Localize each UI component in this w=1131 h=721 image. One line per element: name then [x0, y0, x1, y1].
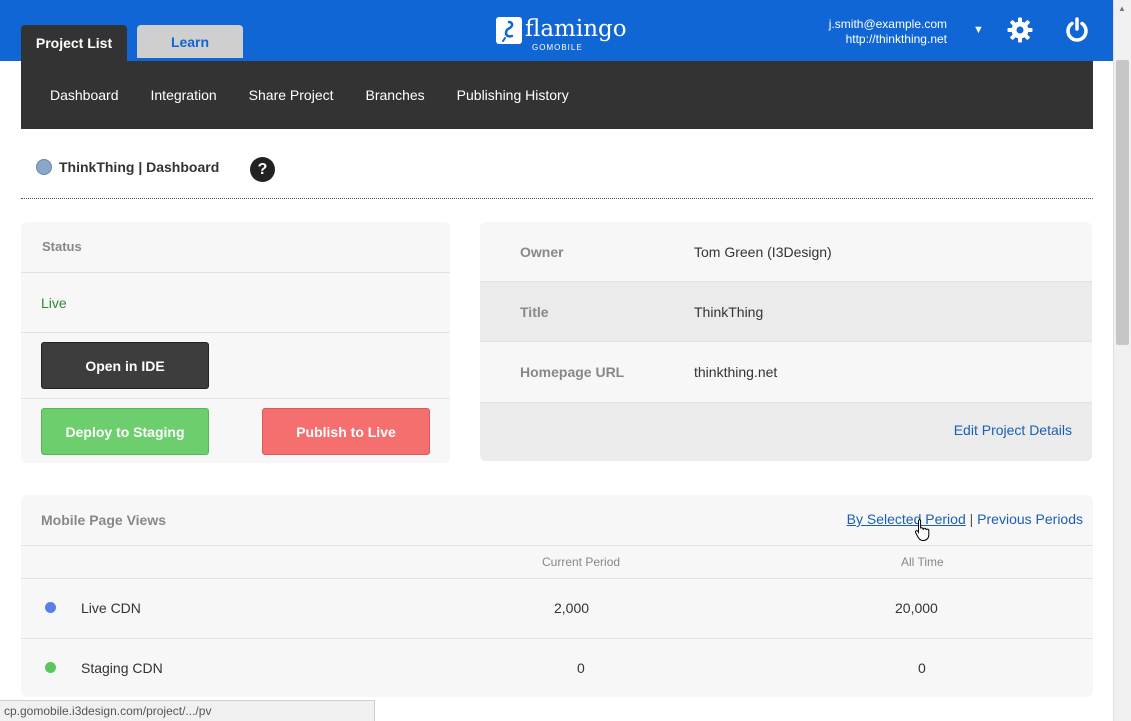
- info-key: Homepage URL: [520, 364, 625, 380]
- status-panel: Status Live Open in IDE Deploy to Stagin…: [21, 222, 450, 463]
- hand-cursor-icon: [914, 518, 932, 547]
- caret-down-icon[interactable]: ▼: [973, 24, 984, 36]
- edit-project-details-link[interactable]: Edit Project Details: [954, 422, 1072, 438]
- flamingo-logo[interactable]: flamingo GOMOBILE: [496, 17, 627, 53]
- period-links: By Selected Period | Previous Periods: [847, 511, 1083, 527]
- status-value: Live: [41, 295, 67, 311]
- globe-icon: [36, 159, 52, 175]
- deploy-to-staging-button[interactable]: Deploy to Staging: [41, 408, 209, 455]
- link-separator: |: [969, 511, 974, 527]
- divider: [21, 398, 450, 399]
- power-icon[interactable]: [1063, 16, 1091, 44]
- open-in-ide-button[interactable]: Open in IDE: [41, 342, 209, 389]
- info-key: Title: [520, 304, 549, 320]
- user-email: j.smith@example.com: [828, 17, 947, 31]
- breadcrumb: ThinkThing | Dashboard: [36, 159, 219, 175]
- user-site: http://thinkthing.net: [845, 32, 947, 46]
- divider: [21, 198, 1093, 199]
- page-views-title: Mobile Page Views: [41, 512, 167, 528]
- series-color-dot: [45, 602, 56, 613]
- divider: [21, 272, 450, 273]
- row-label: Staging CDN: [81, 660, 163, 676]
- project-info-panel: Owner Tom Green (I3Design) Title ThinkTh…: [480, 222, 1092, 461]
- project-subnav: Dashboard Integration Share Project Bran…: [21, 61, 1093, 129]
- info-row-owner: Owner Tom Green (I3Design): [480, 222, 1092, 282]
- all-time-value: 0: [918, 660, 926, 676]
- table-row: Live CDN 2,000 20,000: [21, 579, 1093, 638]
- column-header-all-time: All Time: [901, 555, 944, 569]
- info-value: ThinkThing: [694, 304, 764, 320]
- flamingo-bird-icon: [496, 17, 522, 44]
- by-selected-period-link[interactable]: By Selected Period: [847, 511, 966, 527]
- current-period-value: 0: [577, 660, 585, 676]
- top-header: Project List Learn flamingo GOMOBILE j.s…: [0, 0, 1113, 61]
- scroll-up-arrow-icon[interactable]: ▲: [1118, 4, 1126, 13]
- info-value: thinkthing.net: [694, 364, 778, 380]
- subnav-branches[interactable]: Branches: [366, 87, 425, 103]
- logo-subtitle: GOMOBILE: [532, 43, 583, 52]
- series-color-dot: [45, 662, 56, 673]
- subnav-publishing-history[interactable]: Publishing History: [457, 87, 569, 103]
- browser-status-url: cp.gomobile.i3design.com/project/.../pv: [0, 700, 375, 721]
- current-period-value: 2,000: [554, 600, 590, 616]
- status-heading: Status: [42, 239, 82, 254]
- gear-icon[interactable]: [1006, 16, 1034, 44]
- info-row-homepage-url: Homepage URL thinkthing.net: [480, 342, 1092, 402]
- vertical-scrollbar[interactable]: ▲: [1113, 0, 1131, 721]
- tab-learn[interactable]: Learn: [137, 25, 243, 58]
- column-header-current-period: Current Period: [542, 555, 621, 569]
- table-row: Staging CDN 0 0: [21, 639, 1093, 697]
- tab-project-list[interactable]: Project List: [21, 25, 127, 61]
- logo-wordmark: flamingo: [525, 16, 627, 42]
- info-row-title: Title ThinkThing: [480, 282, 1092, 342]
- subnav-dashboard[interactable]: Dashboard: [50, 87, 119, 103]
- subnav-share-project[interactable]: Share Project: [249, 87, 334, 103]
- user-account-menu[interactable]: j.smith@example.com http://thinkthing.ne…: [829, 17, 947, 47]
- info-key: Owner: [520, 244, 564, 260]
- mobile-page-views-panel: Mobile Page Views By Selected Period | P…: [21, 495, 1093, 697]
- subnav-integration[interactable]: Integration: [151, 87, 217, 103]
- divider: [21, 545, 1093, 546]
- row-label: Live CDN: [81, 600, 141, 616]
- page-title: ThinkThing | Dashboard: [59, 159, 220, 175]
- previous-periods-link[interactable]: Previous Periods: [977, 511, 1083, 527]
- all-time-value: 20,000: [895, 600, 938, 616]
- help-icon[interactable]: ?: [250, 157, 275, 182]
- publish-to-live-button[interactable]: Publish to Live: [262, 408, 430, 455]
- info-value: Tom Green (I3Design): [694, 244, 832, 260]
- divider: [21, 332, 450, 333]
- scrollbar-thumb[interactable]: [1116, 60, 1129, 345]
